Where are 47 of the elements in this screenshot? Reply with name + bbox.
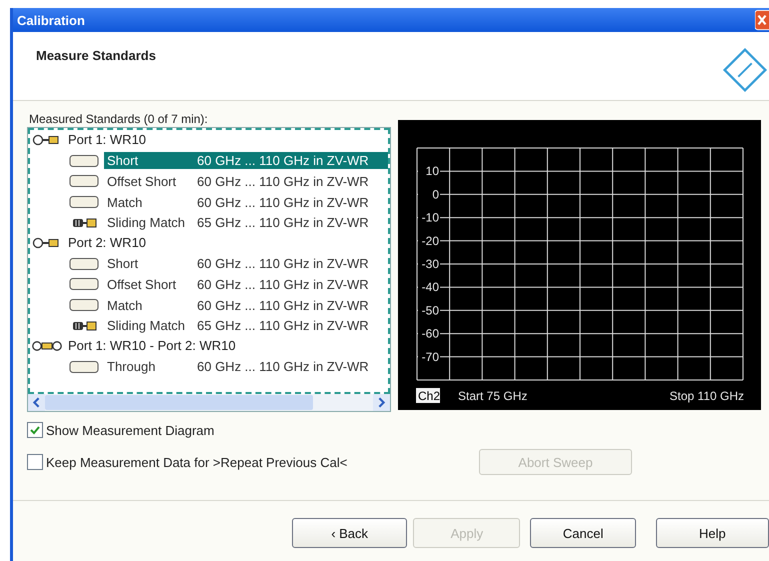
standard-item[interactable]: Match 60 GHz ... 110 GHz in ZV-WR <box>104 194 388 211</box>
standard-item[interactable]: Short 60 GHz ... 110 GHz in ZV-WR <box>104 255 388 272</box>
axis-label: -70 <box>422 350 439 364</box>
axis-label: -10 <box>422 210 439 225</box>
close-icon[interactable] <box>755 9 769 31</box>
standard-icon <box>69 256 99 271</box>
port-name[interactable]: Port 2: WR10 <box>68 235 146 252</box>
standard-item[interactable]: Short 60 GHz ... 110 GHz in ZV-WR <box>104 152 388 170</box>
list-label: Measured Standards (0 of 7 min): <box>29 112 209 126</box>
horizontal-scrollbar[interactable] <box>28 394 390 411</box>
start-frequency: Start 75 GHz <box>458 389 528 403</box>
axis-label: 0 <box>432 187 439 202</box>
option-checkbox[interactable]: Keep Measurement Data for >Repeat Previous Cal< <box>27 454 479 470</box>
port-name[interactable]: Port 1: WR10 - Port 2: WR10 <box>68 338 236 354</box>
stop-frequency: Stop 110 GHz <box>670 389 744 403</box>
checkmark-icon <box>29 424 41 436</box>
logo-icon <box>721 46 769 94</box>
standard-icon <box>69 195 99 210</box>
scroll-thumb[interactable] <box>45 395 313 410</box>
axis-label: -40 <box>422 280 439 294</box>
standard-icon <box>69 174 99 188</box>
window-title: Calibration <box>16 12 85 28</box>
scroll-right-icon[interactable] <box>373 394 390 411</box>
standard-icon <box>69 154 99 168</box>
standard-item[interactable]: Sliding Match 65 GHz ... 110 GHz in ZV-WR <box>104 214 388 232</box>
option-checkbox[interactable]: Show Measurement Diagram <box>27 422 479 438</box>
standard-item[interactable]: Through 60 GHz ... 110 GHz in ZV-WR <box>104 358 388 376</box>
dialog-button[interactable]: ‹ Back <box>292 518 408 548</box>
axis-label: -60 <box>422 326 439 341</box>
scroll-left-icon[interactable] <box>28 394 45 411</box>
channel-label: Ch2 <box>418 389 440 403</box>
dialog-button[interactable]: Cancel <box>530 518 636 548</box>
standard-item[interactable]: Match 60 GHz ... 110 GHz in ZV-WR <box>104 296 388 314</box>
standard-icon <box>69 298 99 312</box>
dialog-button[interactable]: Help <box>656 518 769 548</box>
two-port-icon <box>32 340 62 352</box>
axis-label: -20 <box>422 234 439 248</box>
axis-label: -30 <box>422 257 439 271</box>
standard-item[interactable]: Offset Short 60 GHz ... 110 GHz in ZV-WR <box>104 276 388 293</box>
page-title: Measure Standards <box>36 48 156 63</box>
standard-icon <box>69 277 99 292</box>
standard-icon <box>69 360 99 374</box>
standard-item[interactable]: Offset Short 60 GHz ... 110 GHz in ZV-WR <box>104 172 388 190</box>
axis-label: -50 <box>422 303 439 318</box>
port-name[interactable]: Port 1: WR10 <box>68 132 146 148</box>
axis-label: 10 <box>426 164 439 178</box>
standard-item[interactable]: Sliding Match 65 GHz ... 110 GHz in ZV-WR <box>104 317 388 334</box>
